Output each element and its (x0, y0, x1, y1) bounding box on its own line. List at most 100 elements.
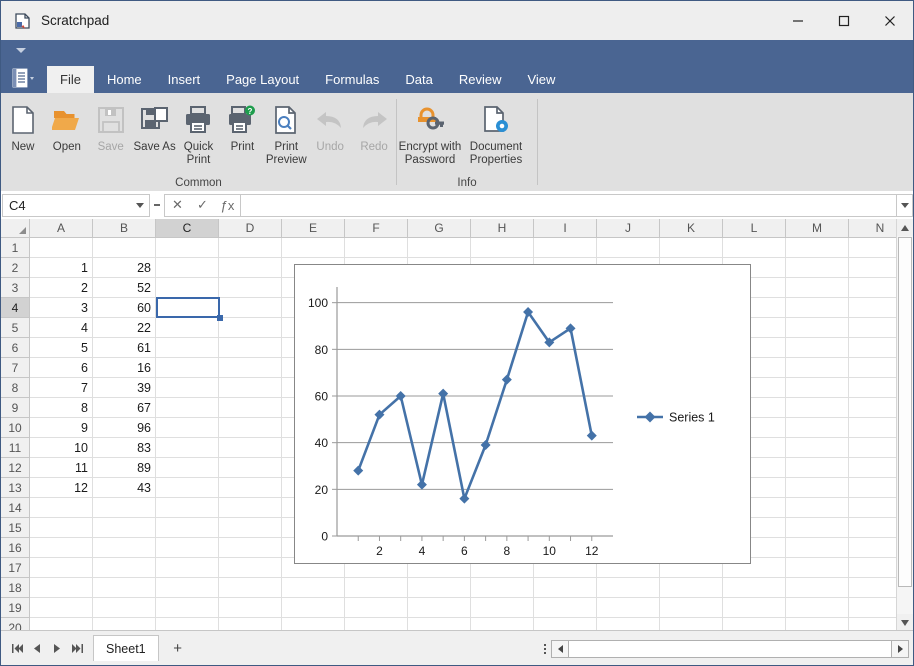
tab-home[interactable]: Home (94, 66, 155, 93)
scroll-right-button[interactable] (891, 640, 909, 658)
cell-A4[interactable]: 3 (30, 298, 93, 318)
cell-G18[interactable] (408, 578, 471, 598)
next-sheet-button[interactable] (47, 637, 67, 659)
cell-A10[interactable]: 9 (30, 418, 93, 438)
horizontal-scroll-track[interactable] (569, 640, 891, 658)
cell-F1[interactable] (345, 238, 408, 258)
cell-H19[interactable] (471, 598, 534, 618)
cell-B5[interactable]: 22 (93, 318, 156, 338)
cell-A5[interactable]: 4 (30, 318, 93, 338)
column-header-g[interactable]: G (408, 219, 471, 238)
cell-D10[interactable] (219, 418, 282, 438)
cell-A6[interactable]: 5 (30, 338, 93, 358)
print-button[interactable]: ? Print (220, 97, 264, 154)
cell-I18[interactable] (534, 578, 597, 598)
cell-A18[interactable] (30, 578, 93, 598)
column-header-h[interactable]: H (471, 219, 534, 238)
cell-B2[interactable]: 28 (93, 258, 156, 278)
cell-A16[interactable] (30, 538, 93, 558)
cell-E18[interactable] (282, 578, 345, 598)
cell-C18[interactable] (156, 578, 219, 598)
app-menu-icon[interactable] (11, 65, 45, 91)
cell-M11[interactable] (786, 438, 849, 458)
cell-C3[interactable] (156, 278, 219, 298)
cell-C7[interactable] (156, 358, 219, 378)
vertical-scrollbar[interactable] (896, 219, 913, 631)
spreadsheet-grid[interactable]: ABCDEFGHIJKLMN 1234567891011121314151617… (1, 219, 913, 631)
cell-C13[interactable] (156, 478, 219, 498)
cell-M15[interactable] (786, 518, 849, 538)
cell-B13[interactable]: 43 (93, 478, 156, 498)
cell-C19[interactable] (156, 598, 219, 618)
cell-D18[interactable] (219, 578, 282, 598)
new-button[interactable]: New (1, 97, 45, 154)
row-header-15[interactable]: 15 (1, 518, 30, 538)
cell-L19[interactable] (723, 598, 786, 618)
cell-M5[interactable] (786, 318, 849, 338)
cell-C10[interactable] (156, 418, 219, 438)
cell-F19[interactable] (345, 598, 408, 618)
row-header-3[interactable]: 3 (1, 278, 30, 298)
cell-A7[interactable]: 6 (30, 358, 93, 378)
cell-D6[interactable] (219, 338, 282, 358)
column-header-f[interactable]: F (345, 219, 408, 238)
cell-D19[interactable] (219, 598, 282, 618)
cell-B3[interactable]: 52 (93, 278, 156, 298)
scroll-down-button[interactable] (897, 614, 913, 631)
cell-A17[interactable] (30, 558, 93, 578)
cell-M16[interactable] (786, 538, 849, 558)
cell-A1[interactable] (30, 238, 93, 258)
cell-M3[interactable] (786, 278, 849, 298)
cell-A8[interactable]: 7 (30, 378, 93, 398)
column-header-l[interactable]: L (723, 219, 786, 238)
fill-handle[interactable] (217, 315, 223, 321)
row-header-4[interactable]: 4 (1, 298, 30, 318)
row-header-16[interactable]: 16 (1, 538, 30, 558)
cell-C6[interactable] (156, 338, 219, 358)
cell-C15[interactable] (156, 518, 219, 538)
row-header-8[interactable]: 8 (1, 378, 30, 398)
add-sheet-button[interactable]: + (167, 636, 189, 660)
row-header-6[interactable]: 6 (1, 338, 30, 358)
cell-D13[interactable] (219, 478, 282, 498)
cell-D8[interactable] (219, 378, 282, 398)
cell-D11[interactable] (219, 438, 282, 458)
cell-A13[interactable]: 12 (30, 478, 93, 498)
accept-formula-button[interactable]: ✓ (190, 195, 215, 216)
cell-H1[interactable] (471, 238, 534, 258)
cell-B10[interactable]: 96 (93, 418, 156, 438)
cell-E1[interactable] (282, 238, 345, 258)
cell-B18[interactable] (93, 578, 156, 598)
cell-M18[interactable] (786, 578, 849, 598)
tab-page-layout[interactable]: Page Layout (213, 66, 312, 93)
cell-J18[interactable] (597, 578, 660, 598)
column-header-j[interactable]: J (597, 219, 660, 238)
cell-M17[interactable] (786, 558, 849, 578)
quick-print-button[interactable]: Quick Print (177, 97, 221, 167)
cell-D15[interactable] (219, 518, 282, 538)
cell-C16[interactable] (156, 538, 219, 558)
close-button[interactable] (867, 1, 913, 40)
cell-M9[interactable] (786, 398, 849, 418)
column-header-m[interactable]: M (786, 219, 849, 238)
cell-A9[interactable]: 8 (30, 398, 93, 418)
cell-B15[interactable] (93, 518, 156, 538)
cell-C4[interactable] (156, 298, 219, 318)
cell-F18[interactable] (345, 578, 408, 598)
cell-D17[interactable] (219, 558, 282, 578)
cell-C9[interactable] (156, 398, 219, 418)
cell-B4[interactable]: 60 (93, 298, 156, 318)
formula-bar-grip[interactable] (150, 194, 164, 217)
row-header-10[interactable]: 10 (1, 418, 30, 438)
cell-L18[interactable] (723, 578, 786, 598)
cell-B6[interactable]: 61 (93, 338, 156, 358)
cell-D16[interactable] (219, 538, 282, 558)
cell-D12[interactable] (219, 458, 282, 478)
row-header-2[interactable]: 2 (1, 258, 30, 278)
row-header-5[interactable]: 5 (1, 318, 30, 338)
select-all-corner[interactable] (1, 219, 30, 238)
cell-G1[interactable] (408, 238, 471, 258)
cancel-formula-button[interactable]: ✕ (165, 195, 190, 216)
cell-K1[interactable] (660, 238, 723, 258)
cell-M2[interactable] (786, 258, 849, 278)
